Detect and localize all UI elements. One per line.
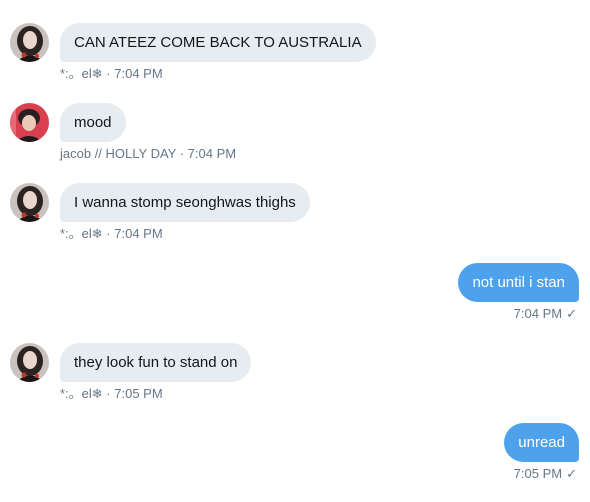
sent-check-icon: ✓: [566, 466, 577, 481]
sender-name[interactable]: *:。el❄: [60, 386, 103, 401]
avatar-el-icon[interactable]: [10, 23, 49, 62]
sender-name[interactable]: *:。el❄: [60, 226, 103, 241]
sent-check-icon: ✓: [566, 306, 577, 321]
meta-separator: ·: [102, 226, 115, 241]
message-meta: *:。el❄ · 7:04 PM: [60, 66, 163, 82]
message-time: 7:04 PM: [513, 306, 563, 321]
meta-separator: ·: [102, 386, 115, 401]
message-meta: *:。el❄ · 7:05 PM: [60, 386, 163, 402]
message-bubble[interactable]: they look fun to stand on: [60, 343, 252, 382]
message-bubble[interactable]: unread: [504, 423, 579, 462]
meta-separator: ·: [176, 146, 188, 161]
avatar-el-icon[interactable]: [10, 183, 49, 222]
message-bubble[interactable]: mood: [60, 103, 126, 142]
message-time: 7:04 PM: [114, 66, 163, 81]
meta-separator: ·: [102, 66, 115, 81]
sender-name[interactable]: *:。el❄: [60, 66, 103, 81]
message-time: 7:05 PM: [114, 386, 163, 401]
avatar-el-icon[interactable]: [10, 343, 49, 382]
message-meta: 7:05 PM ✓: [514, 466, 577, 482]
message-meta: 7:04 PM ✓: [514, 306, 577, 322]
message-time: 7:04 PM: [114, 226, 163, 241]
message-meta: *:。el❄ · 7:04 PM: [60, 226, 163, 242]
message-meta: jacob // HOLLY DAY · 7:04 PM: [60, 146, 236, 162]
avatar-jacob-icon[interactable]: [10, 103, 49, 142]
message-time: 7:05 PM: [513, 466, 563, 481]
sender-name[interactable]: jacob // HOLLY DAY: [60, 146, 176, 161]
message-bubble[interactable]: CAN ATEEZ COME BACK TO AUSTRALIA: [60, 23, 376, 62]
message-bubble[interactable]: I wanna stomp seonghwas thighs: [60, 183, 310, 222]
message-bubble[interactable]: not until i stan: [458, 263, 579, 302]
message-time: 7:04 PM: [187, 146, 237, 161]
